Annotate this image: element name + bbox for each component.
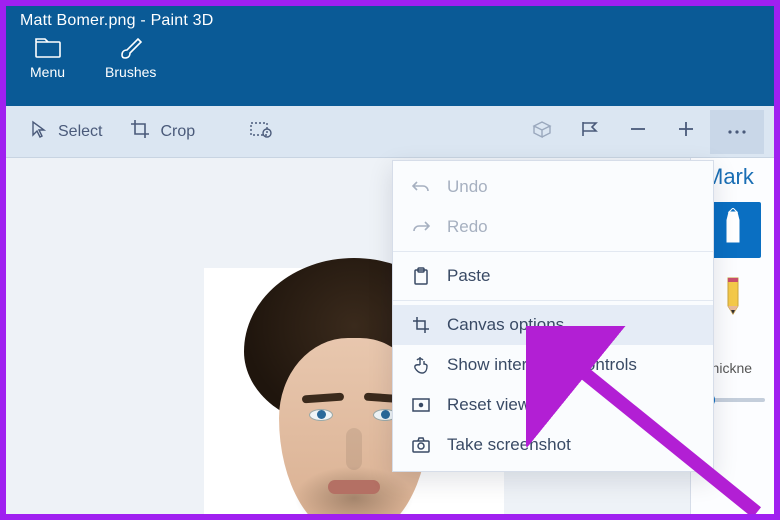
marker-icon (719, 208, 747, 253)
brushes-button[interactable]: Brushes (105, 36, 156, 80)
menu-item-label: Reset view (447, 395, 530, 415)
menu-item-label: Redo (447, 217, 488, 237)
menu-item-take-screenshot[interactable]: Take screenshot (393, 425, 713, 465)
canvas-options-icon (411, 315, 431, 335)
reset-view-icon (411, 395, 431, 415)
menu-separator (393, 300, 713, 301)
redo-icon (411, 217, 431, 237)
brushes-label: Brushes (105, 64, 156, 80)
touch-icon (411, 355, 431, 375)
more-options-button[interactable] (710, 110, 764, 154)
select-tool[interactable]: Select (16, 112, 116, 151)
crop-icon (130, 119, 150, 144)
window-title: Matt Bomer.png - Paint 3D (20, 12, 760, 30)
3d-view-tool[interactable] (518, 112, 566, 152)
zoom-in-button[interactable] (662, 112, 710, 152)
magic-select-tool[interactable] (237, 112, 285, 152)
select-label: Select (58, 123, 102, 141)
toolbar: Select Crop (6, 106, 774, 158)
menu-item-undo: Undo (393, 167, 713, 207)
context-menu: Undo Redo Paste Canvas options (392, 160, 714, 472)
brush-icon (117, 36, 145, 60)
menu-item-canvas-options[interactable]: Canvas options (393, 305, 713, 345)
paint3d-window: Matt Bomer.png - Paint 3D Menu Brushes (6, 6, 774, 514)
zoom-out-button[interactable] (614, 112, 662, 152)
select-cursor-icon (30, 120, 48, 143)
undo-icon (411, 177, 431, 197)
crop-label: Crop (160, 123, 195, 141)
menu-item-label: Take screenshot (447, 435, 571, 455)
camera-icon (411, 435, 431, 455)
menu-item-redo: Redo (393, 207, 713, 247)
menu-item-label: Paste (447, 266, 490, 286)
menu-item-label: Undo (447, 177, 488, 197)
flag-icon (580, 120, 600, 143)
titlebar: Matt Bomer.png - Paint 3D Menu Brushes (6, 6, 774, 106)
screenshot-frame: Matt Bomer.png - Paint 3D Menu Brushes (0, 0, 780, 520)
ellipsis-icon (726, 123, 748, 141)
pencil-icon (720, 272, 746, 321)
cube-icon (532, 120, 552, 143)
menu-separator (393, 251, 713, 252)
menu-item-reset-view[interactable]: Reset view (393, 385, 713, 425)
menu-item-label: Canvas options (447, 315, 564, 335)
flag-tool[interactable] (566, 112, 614, 152)
crop-tool[interactable]: Crop (116, 111, 209, 152)
titlebar-actions: Menu Brushes (20, 36, 760, 80)
menu-button[interactable]: Menu (30, 36, 65, 80)
menu-label: Menu (30, 64, 65, 80)
paste-icon (411, 266, 431, 286)
plus-icon (676, 119, 696, 144)
magic-select-icon (250, 120, 272, 143)
menu-item-show-interaction[interactable]: Show interaction controls (393, 345, 713, 385)
menu-item-label: Show interaction controls (447, 355, 637, 375)
folder-icon (34, 36, 62, 60)
menu-item-paste[interactable]: Paste (393, 256, 713, 296)
minus-icon (628, 119, 648, 144)
